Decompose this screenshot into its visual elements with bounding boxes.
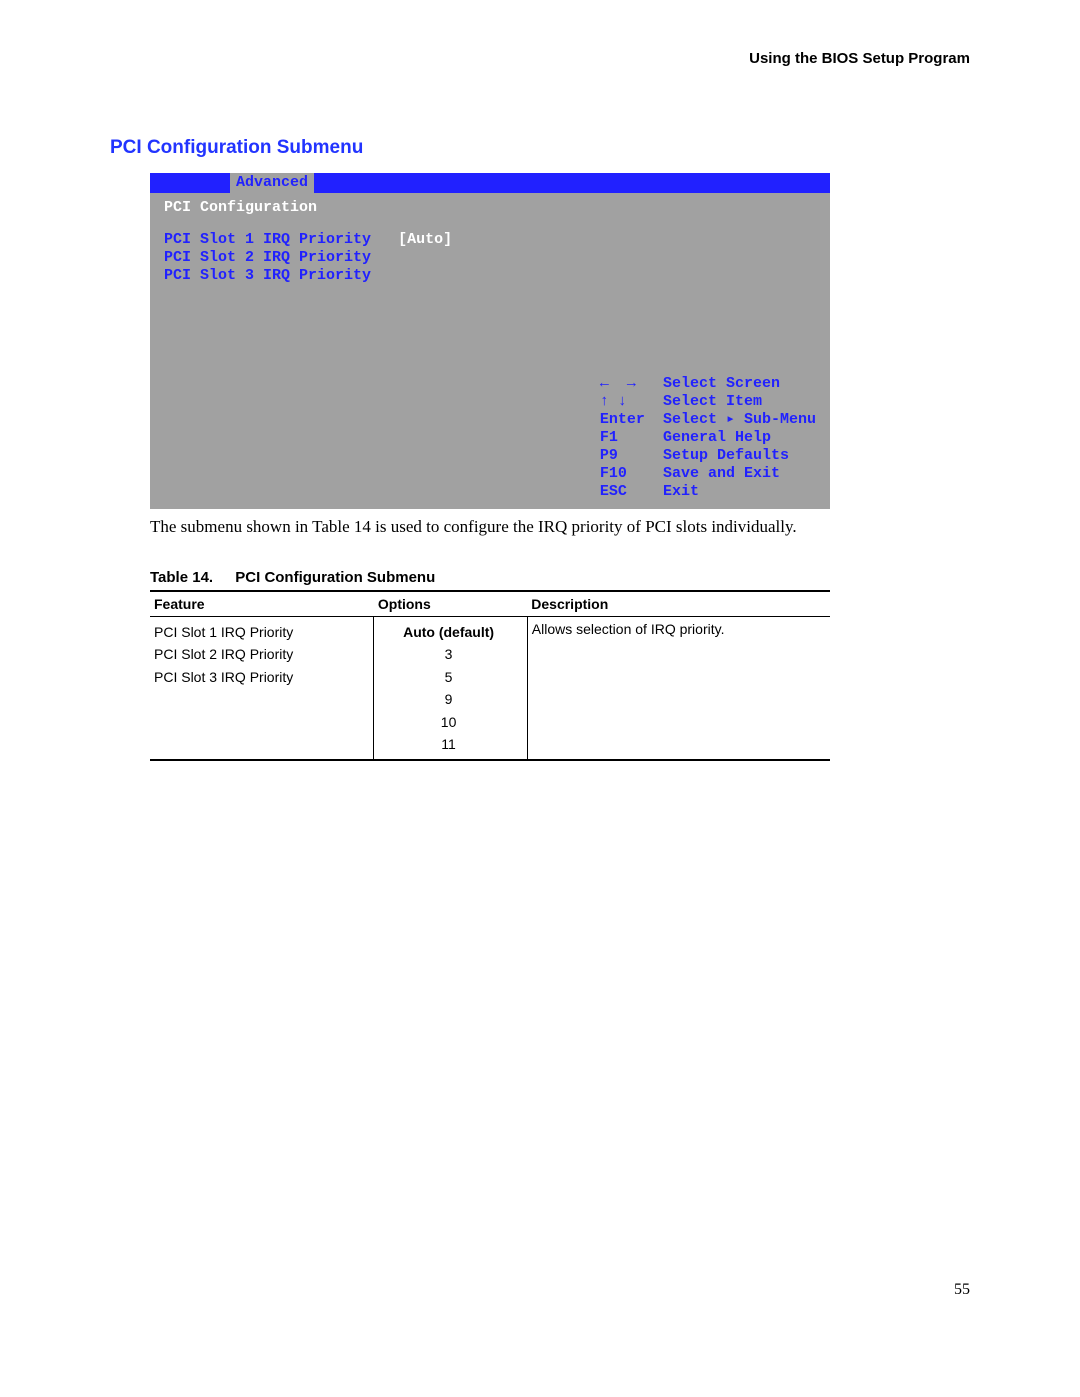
option-item: 11	[378, 733, 518, 755]
bios-tab-advanced: Advanced	[230, 173, 314, 193]
col-description: Description	[527, 591, 830, 617]
legend-action: Select Item	[663, 393, 816, 411]
bios-body: PCI Configuration PCI Slot 1 IRQ Priorit…	[150, 193, 830, 509]
legend-action: General Help	[663, 429, 816, 447]
page-number: 55	[110, 1281, 970, 1299]
feature-item: PCI Slot 3 IRQ Priority	[154, 666, 365, 688]
table-row: PCI Slot 1 IRQ Priority PCI Slot 2 IRQ P…	[150, 617, 830, 761]
legend-action: Save and Exit	[663, 465, 816, 483]
table-header-row: Feature Options Description	[150, 591, 830, 617]
bios-key-legend: ← →Select Screen ↑ ↓Select Item EnterSel…	[600, 375, 816, 501]
option-item: 9	[378, 688, 518, 710]
col-feature: Feature	[150, 591, 374, 617]
option-item: Auto (default)	[378, 621, 518, 643]
bios-option-value: [Auto]	[398, 231, 452, 248]
table-number: Table 14.	[150, 569, 213, 586]
bios-submenu-title: PCI Configuration	[164, 199, 816, 217]
legend-key-enter: Enter	[600, 411, 663, 429]
table-title: PCI Configuration Submenu	[235, 569, 435, 586]
option-item: 10	[378, 711, 518, 733]
feature-cell: PCI Slot 1 IRQ Priority PCI Slot 2 IRQ P…	[150, 617, 374, 761]
legend-key-f10: F10	[600, 465, 663, 483]
bios-screenshot: Advanced PCI Configuration PCI Slot 1 IR…	[150, 173, 830, 509]
bios-option-label: PCI Slot 2 IRQ Priority	[164, 249, 371, 266]
col-options: Options	[374, 591, 527, 617]
options-cell: Auto (default) 3 5 9 10 11	[374, 617, 527, 761]
legend-action: Setup Defaults	[663, 447, 816, 465]
legend-key-p9: P9	[600, 447, 663, 465]
spec-table: Feature Options Description PCI Slot 1 I…	[150, 590, 830, 761]
legend-key-arrows-ud: ↑ ↓	[600, 393, 663, 411]
bios-option-label: PCI Slot 1 IRQ Priority	[164, 231, 371, 248]
legend-action: Exit	[663, 483, 816, 501]
legend-key-f1: F1	[600, 429, 663, 447]
option-item: 3	[378, 643, 518, 665]
figure-caption: The submenu shown in Table 14 is used to…	[150, 517, 970, 537]
legend-action: Select ▸ Sub-Menu	[663, 411, 816, 429]
bios-option-slot1: PCI Slot 1 IRQ Priority [Auto]	[164, 231, 816, 249]
legend-key-esc: ESC	[600, 483, 663, 501]
feature-item: PCI Slot 1 IRQ Priority	[154, 621, 365, 643]
legend-action: Select Screen	[663, 375, 816, 393]
bios-option-label: PCI Slot 3 IRQ Priority	[164, 267, 371, 284]
bios-option-slot3: PCI Slot 3 IRQ Priority	[164, 267, 816, 285]
bios-tab-bar: Advanced	[150, 173, 830, 193]
option-item: 5	[378, 666, 518, 688]
bios-option-slot2: PCI Slot 2 IRQ Priority	[164, 249, 816, 267]
legend-key-arrows-lr: ← →	[600, 375, 663, 393]
section-heading: PCI Configuration Submenu	[110, 137, 970, 159]
table-caption: Table 14. PCI Configuration Submenu	[150, 569, 970, 586]
description-cell: Allows selection of IRQ priority.	[527, 617, 830, 761]
running-header: Using the BIOS Setup Program	[110, 50, 970, 67]
feature-item: PCI Slot 2 IRQ Priority	[154, 643, 365, 665]
